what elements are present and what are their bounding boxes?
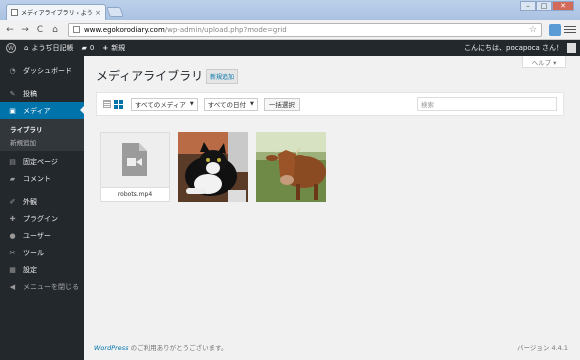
tab-close-button[interactable]: × <box>95 9 101 17</box>
footer-thanks: のご利用ありがとうございます。 <box>128 344 228 352</box>
address-bar[interactable]: www.egokorodiary.com /wp-admin/upload.ph… <box>68 22 542 37</box>
media-search-input[interactable]: 検索 <box>417 97 557 111</box>
forward-arrow-icon[interactable]: → <box>19 25 31 35</box>
reload-icon[interactable]: C <box>34 25 46 35</box>
comments-link[interactable]: ▰ 0 <box>81 44 94 52</box>
account-menu[interactable]: こんにちは、pocapoca さん！ <box>464 43 576 53</box>
url-host: www.egokorodiary.com <box>84 25 165 34</box>
sidebar-item-label: メディア <box>23 106 51 115</box>
site-name: ようぢ日記帳 <box>31 44 74 52</box>
admin-footer: WordPress のご利用ありがとうございます。 <box>94 342 228 352</box>
camera-extension-icon[interactable] <box>549 23 561 36</box>
sidebar-item-appearance[interactable]: ✐ 外観 <box>0 193 84 210</box>
media-submenu: ライブラリ 新規追加 <box>0 119 84 151</box>
chevron-down-icon: ▼ <box>250 101 254 107</box>
minimize-button[interactable]: – <box>520 1 536 11</box>
collapse-arrow-icon: ◀ <box>9 282 16 291</box>
tab-title: メディアライブラリ ‹ ようぢ日記 <box>21 10 93 17</box>
wp-version: バージョン 4.4.1 <box>517 344 568 352</box>
maximize-button[interactable]: □ <box>536 1 552 11</box>
sidebar-item-label: ダッシュボード <box>23 66 72 75</box>
sidebar-item-label: コメント <box>23 174 51 183</box>
comments-count: 0 <box>89 44 95 52</box>
sidebar-item-label: メニューを閉じる <box>23 282 79 291</box>
collapse-menu-button[interactable]: ◀ メニューを閉じる <box>0 278 84 295</box>
chevron-down-icon: ▼ <box>189 101 194 107</box>
paintbrush-icon: ✐ <box>9 197 16 206</box>
wordpress-link[interactable]: WordPress <box>94 344 129 352</box>
bookmark-star-icon[interactable]: ☆ <box>529 25 537 35</box>
browser-tab[interactable]: メディアライブラリ ‹ ようぢ日記 × <box>6 4 106 20</box>
pushpin-icon: ✎ <box>9 89 16 98</box>
sidebar-item-dashboard[interactable]: ◔ ダッシュボード <box>0 62 84 79</box>
media-icon: ▣ <box>9 106 16 115</box>
sidebar-item-label: ユーザー <box>23 231 51 240</box>
submenu-add-new[interactable]: 新規追加 <box>0 135 84 148</box>
plus-icon: + <box>102 44 109 52</box>
media-filter-bar: すべてのメディア ▼ すべての日付 ▼ 一括選択 検索 <box>96 92 564 116</box>
page-icon: ▤ <box>9 157 16 166</box>
admin-sidebar: ◔ ダッシュボード ✎ 投稿 ▣ メディア ライブラリ 新規追加 ▤ 固定ページ… <box>0 56 84 360</box>
list-view-icon[interactable] <box>103 100 111 108</box>
sidebar-item-label: 固定ページ <box>23 157 58 166</box>
user-icon: ● <box>9 231 16 240</box>
back-arrow-icon[interactable]: ← <box>4 25 16 35</box>
sidebar-item-tools[interactable]: ✂ ツール <box>0 244 84 261</box>
media-type-value: すべてのメディア <box>135 101 186 109</box>
page-icon <box>73 26 80 33</box>
avatar <box>567 43 576 53</box>
greeting-text: こんにちは、pocapoca さん！ <box>464 44 563 52</box>
sidebar-item-comments[interactable]: ▰ コメント <box>0 170 84 187</box>
new-content-link[interactable]: + 新規 <box>102 43 125 53</box>
media-type-filter[interactable]: すべてのメディア ▼ <box>131 97 198 111</box>
dashboard-icon: ◔ <box>9 66 16 75</box>
comment-bubble-icon: ▰ <box>81 44 87 52</box>
media-tile-video[interactable]: robots.mp4 <box>100 132 170 202</box>
url-path: /wp-admin/upload.php?mode=grid <box>164 25 287 34</box>
settings-icon: ▦ <box>9 265 16 274</box>
wrench-icon: ✂ <box>9 248 16 257</box>
window-controls: – □ ✕ <box>520 1 574 11</box>
browser-menu-icon[interactable] <box>564 24 576 36</box>
home-icon[interactable]: ⌂ <box>49 25 61 35</box>
sidebar-item-plugins[interactable]: ✚ プラグイン <box>0 210 84 227</box>
sidebar-item-pages[interactable]: ▤ 固定ページ <box>0 153 84 170</box>
sidebar-item-label: 外観 <box>23 197 37 206</box>
browser-tab-strip: メディアライブラリ ‹ ようぢ日記 × – □ ✕ <box>0 0 580 20</box>
wp-admin-bar: W ⌂ ようぢ日記帳 ▰ 0 + 新規 こんにちは、pocapoca さん！ <box>0 40 580 56</box>
media-tile-cow-photo[interactable] <box>256 132 326 202</box>
page-favicon-icon <box>11 9 18 16</box>
sidebar-item-media[interactable]: ▣ メディア <box>0 102 84 119</box>
media-filename: robots.mp4 <box>101 187 169 201</box>
sidebar-item-label: 投稿 <box>23 89 37 98</box>
sidebar-item-users[interactable]: ● ユーザー <box>0 227 84 244</box>
browser-toolbar: ← → C ⌂ www.egokorodiary.com /wp-admin/u… <box>0 20 580 40</box>
close-window-button[interactable]: ✕ <box>552 1 574 11</box>
site-name-link[interactable]: ⌂ ようぢ日記帳 <box>24 43 73 53</box>
sidebar-item-label: ツール <box>23 248 44 257</box>
media-tile-cat-photo[interactable] <box>178 132 248 202</box>
plugin-icon: ✚ <box>9 214 16 223</box>
grid-view-icon[interactable] <box>114 99 123 109</box>
wordpress-logo-icon[interactable]: W <box>6 43 16 53</box>
sidebar-item-label: プラグイン <box>23 214 58 223</box>
cow-photo <box>256 132 326 202</box>
new-tab-button[interactable] <box>106 7 124 17</box>
home-icon: ⌂ <box>24 44 29 52</box>
sidebar-item-settings[interactable]: ▦ 設定 <box>0 261 84 278</box>
comment-bubble-icon: ▰ <box>9 174 16 183</box>
video-file-icon <box>122 143 147 176</box>
date-filter[interactable]: すべての日付 ▼ <box>203 97 258 111</box>
date-value: すべての日付 <box>207 101 246 109</box>
cat-photo <box>178 132 248 202</box>
submenu-library[interactable]: ライブラリ <box>0 122 84 135</box>
help-tab-button[interactable]: ヘルプ ▾ <box>522 56 566 68</box>
page-title: メディアライブラリ <box>96 69 204 83</box>
bulk-select-button[interactable]: 一括選択 <box>263 97 300 111</box>
add-new-button[interactable]: 新規追加 <box>206 69 239 84</box>
sidebar-item-label: 設定 <box>23 265 37 274</box>
sidebar-item-posts[interactable]: ✎ 投稿 <box>0 85 84 102</box>
new-label: 新規 <box>111 44 126 52</box>
main-content: ヘルプ ▾ メディアライブラリ 新規追加 すべてのメディア ▼ すべての日付 ▼… <box>84 56 580 360</box>
